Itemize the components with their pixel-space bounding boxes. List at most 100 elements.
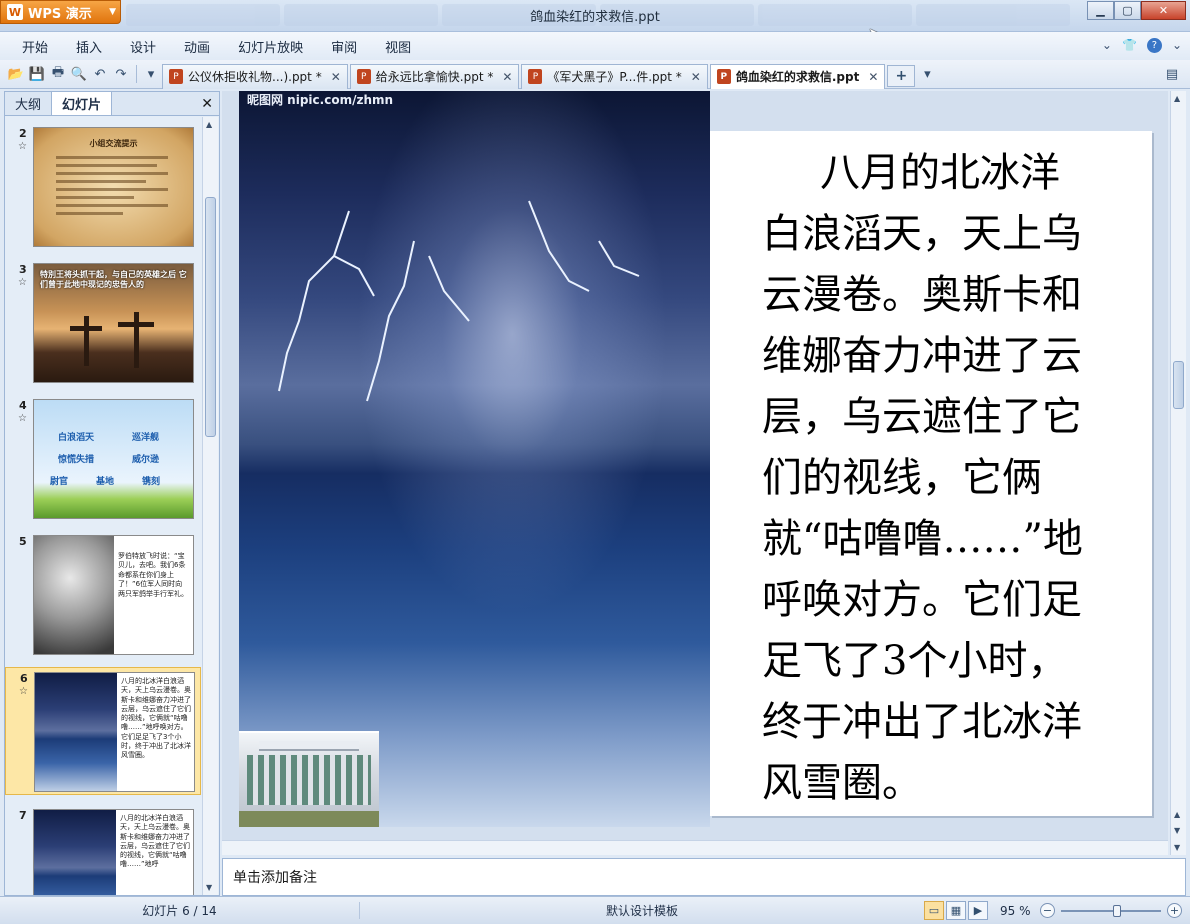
thumbnail-text: 罗伯特放飞时说：“宝贝儿，去吧。我们6条命都系在你们身上了！”6位军人同时向两只… (118, 552, 188, 598)
doc-tab-active[interactable]: P 鸽血染红的求救信.ppt ✕ (709, 63, 886, 89)
notes-pane[interactable]: 单击添加备注 (222, 858, 1186, 896)
building-image (239, 731, 379, 827)
thumbnail-word: 白浪滔天 (58, 433, 95, 443)
close-window-button[interactable]: ✕ (1141, 1, 1186, 20)
ppt-file-icon: P (716, 69, 731, 84)
slide-thumbnail: 白浪滔天 巡洋舰 惊慌失措 威尔逊 尉官 基地 镌刻 (33, 399, 194, 519)
thumbnail-word: 惊慌失措 (58, 455, 95, 465)
thumbnail-word: 威尔逊 (132, 455, 160, 465)
thumbnail-slide-3[interactable]: 3 ☆ 特別王将头抓干起，与自己的英雄之后 它们曾于此地中现记的忠告人的 (5, 259, 201, 387)
status-bar: 幻灯片 6 / 14 默认设计模板 ▭ ▦ ▶ 95 % − + (0, 896, 1190, 924)
slide-thumbnail: 八月的北冰洋白浪滔天，天上乌云漫卷。奥斯卡和维娜奋力冲进了云层，乌云遮住了它们的… (34, 672, 195, 792)
thumbnail-word: 巡洋舰 (132, 433, 160, 443)
scroll-up-icon[interactable]: ▲ (206, 120, 212, 129)
doc-tab-1[interactable]: P 公仪休拒收礼物...).ppt * ✕ (162, 63, 348, 89)
menu-slideshow[interactable]: 幻灯片放映 (224, 37, 317, 56)
slide-counter: 幻灯片 6 / 14 (0, 902, 360, 919)
next-slide-icon[interactable]: ▼ (1174, 826, 1180, 835)
menu-home[interactable]: 开始 (8, 37, 62, 56)
doc-tab-label: 鸽血染红的求救信.ppt (735, 70, 860, 84)
scrollbar-thumb[interactable] (205, 197, 216, 437)
close-panel-icon[interactable]: ✕ (201, 92, 219, 115)
doc-tab-2[interactable]: P 给永远比拿愉快.ppt * ✕ (349, 63, 520, 89)
thumbnail-slide-5[interactable]: 5 罗伯特放飞时说：“宝贝儿，去吧。我们6条命都系在你们身上了！”6位军人同时向… (5, 531, 201, 659)
slide-thumbnail: 小组交流提示 (33, 127, 194, 247)
doc-tab-3[interactable]: P 《军犬黑子》P...件.ppt * ✕ (521, 63, 708, 89)
editor-vertical-scrollbar[interactable]: ▲ ▲ ▼ ▼ (1170, 91, 1186, 855)
maximize-button[interactable]: ▢ (1114, 1, 1141, 20)
new-tab-button[interactable]: + (887, 65, 916, 87)
menu-view[interactable]: 视图 (371, 37, 425, 56)
close-tab-icon[interactable]: ✕ (502, 70, 512, 84)
menu-review[interactable]: 审阅 (317, 37, 371, 56)
zoom-in-icon[interactable]: + (1167, 903, 1182, 918)
print-preview-icon[interactable]: 🔍 (69, 64, 89, 84)
zoom-slider[interactable] (1061, 904, 1161, 917)
slide-text-box[interactable]: 八月的北冰洋白浪滔天，天上乌云漫卷。奥斯卡和维娜奋力冲进了云层，乌云遮住了它们的… (710, 131, 1152, 816)
animation-star-icon: ☆ (19, 686, 28, 697)
scrollbar-thumb[interactable] (1173, 361, 1184, 409)
close-tab-icon[interactable]: ✕ (691, 70, 701, 84)
menu-insert[interactable]: 插入 (62, 37, 116, 56)
slide-number: 3 (19, 263, 27, 276)
lightning-bolts (278, 200, 640, 402)
menu-bar: 开始 插入 设计 动画 幻灯片放映 审阅 视图 ⌄ 👕 ? ⌄ (0, 32, 1190, 60)
menu-design[interactable]: 设计 (116, 37, 170, 56)
slide-thumbnail: 八月的北冰洋白浪滔天，天上乌云漫卷。奥斯卡和维娜奋力冲进了云层，乌云遮住了它们的… (33, 809, 194, 895)
menu-right-tools: ⌄ 👕 ? ⌄ (1102, 38, 1182, 53)
close-tab-icon[interactable]: ✕ (331, 70, 341, 84)
scroll-up-icon[interactable]: ▲ (1174, 94, 1180, 103)
ppt-file-icon: P (169, 69, 183, 84)
undo-icon[interactable]: ↶ (90, 64, 110, 84)
previous-slide-icon[interactable]: ▲ (1174, 810, 1180, 819)
save-icon[interactable]: 💾 (27, 64, 47, 84)
slideshow-play-icon[interactable]: ▶ (968, 901, 988, 920)
window-title: 鸽血染红的求救信.ppt (530, 10, 660, 25)
skin-shirt-icon[interactable]: 👕 (1122, 38, 1137, 53)
print-icon[interactable]: 🖶 (48, 64, 68, 84)
animation-star-icon: ☆ (18, 413, 27, 424)
thumbnail-slide-6[interactable]: 6 ☆ 八月的北冰洋白浪滔天，天上乌云漫卷。奥斯卡和维娜奋力冲进了云层，乌云遮住… (5, 667, 201, 795)
thumbnail-slide-4[interactable]: 4 ☆ 白浪滔天 巡洋舰 惊慌失措 威尔逊 尉官 基地 镌刻 (5, 395, 201, 523)
close-tab-icon[interactable]: ✕ (868, 70, 878, 84)
design-template-name[interactable]: 默认设计模板 (360, 902, 924, 919)
zoom-slider-knob[interactable] (1113, 904, 1121, 917)
customize-toolbar-icon[interactable]: ▾ (141, 64, 161, 84)
toolbar-divider (136, 65, 137, 83)
redo-icon[interactable]: ↷ (111, 64, 131, 84)
chevron-down-icon[interactable]: ⌄ (1172, 38, 1182, 53)
storm-sea-image (35, 673, 117, 791)
panel-scrollbar[interactable]: ▲ ▼ (202, 117, 218, 895)
view-buttons: ▭ ▦ ▶ (924, 901, 988, 920)
open-folder-icon[interactable]: 📂 (6, 64, 26, 84)
quick-toolbar: 📂 💾 🖶 🔍 ↶ ↷ ▾ P 公仪休拒收礼物...).ppt * ✕ P 给永… (0, 60, 1190, 89)
scroll-down-icon[interactable]: ▼ (1174, 843, 1180, 852)
slide-sorter-icon[interactable]: ▦ (946, 901, 966, 920)
thumbnail-text: 八月的北冰洋白浪滔天，天上乌云漫卷。奥斯卡和维娜奋力冲进了云层，乌云遮住了它们的… (120, 814, 190, 869)
tab-outline[interactable]: 大纲 (5, 92, 51, 115)
slide-body-text: 八月的北冰洋白浪滔天，天上乌云漫卷。奥斯卡和维娜奋力冲进了云层，乌云遮住了它们的… (762, 150, 1083, 806)
storm-ocean-image[interactable]: 昵图网 nipic.com/zhmn (239, 91, 710, 827)
layout-icon[interactable]: ▤ (1162, 64, 1182, 84)
tab-list-icon[interactable]: ▾ (917, 64, 937, 84)
thumbnail-word: 基地 (96, 477, 115, 487)
help-icon[interactable]: ? (1146, 38, 1162, 53)
collapse-ribbon-icon[interactable]: ⌄ (1102, 38, 1112, 53)
thumbnail-slide-2[interactable]: 2 ☆ 小组交流提示 (5, 123, 201, 251)
slide-number: 5 (19, 535, 27, 548)
thumbnail-slide-7[interactable]: 7 八月的北冰洋白浪滔天，天上乌云漫卷。奥斯卡和维娜奋力冲进了云层，乌云遮住了它… (5, 805, 201, 895)
scroll-down-icon[interactable]: ▼ (206, 883, 212, 892)
editor-horizontal-scrollbar[interactable] (222, 840, 1168, 855)
notes-placeholder: 单击添加备注 (233, 870, 317, 886)
slide-number: 7 (19, 809, 27, 822)
thumbnail-list: 2 ☆ 小组交流提示 3 ☆ 特別王将头抓干起，与自己的英雄之后 它们曾于此地中… (5, 117, 201, 895)
zoom-out-icon[interactable]: − (1040, 903, 1055, 918)
menu-animation[interactable]: 动画 (170, 37, 224, 56)
slide-thumbnail: 罗伯特放飞时说：“宝贝儿，去吧。我们6条命都系在你们身上了！”6位军人同时向两只… (33, 535, 194, 655)
doc-tab-label: 给永远比拿愉快.ppt * (375, 70, 494, 84)
animation-star-icon: ☆ (18, 141, 27, 152)
thumbnail-word: 镌刻 (142, 477, 161, 487)
tab-slides[interactable]: 幻灯片 (51, 92, 113, 115)
minimize-button[interactable]: ▁ (1087, 1, 1114, 20)
normal-view-icon[interactable]: ▭ (924, 901, 944, 920)
